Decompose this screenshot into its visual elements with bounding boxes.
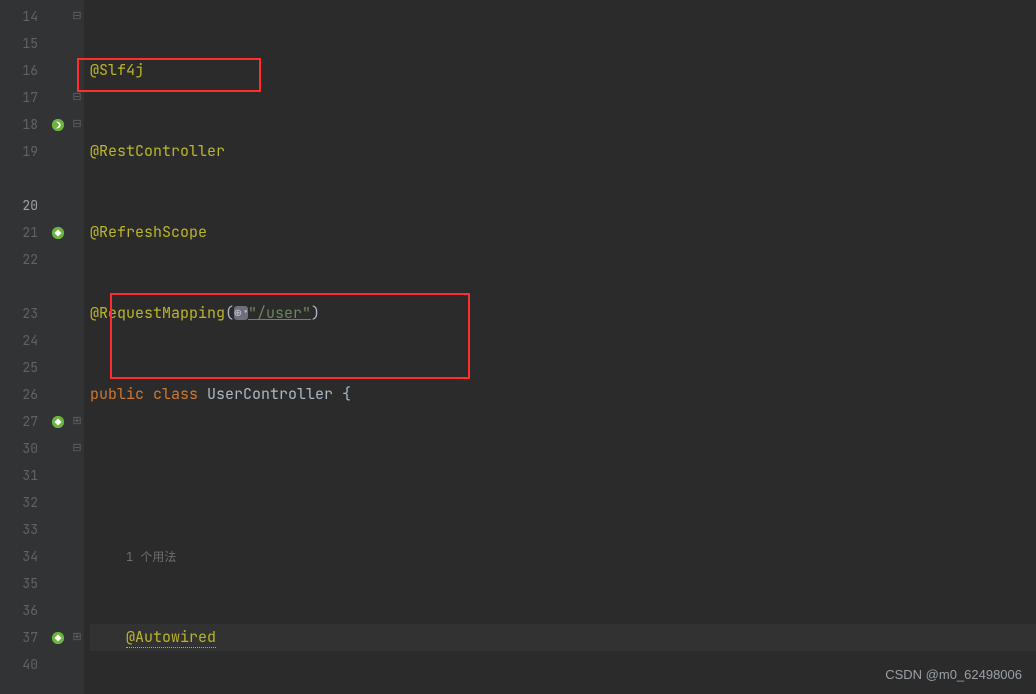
line-number[interactable]: 36 — [0, 597, 46, 624]
globe-icon[interactable]: ⊕ — [234, 306, 248, 320]
line-number[interactable]: 23 — [0, 300, 46, 327]
annotation: @Slf4j — [90, 60, 144, 80]
line-number[interactable]: 18 — [0, 111, 46, 138]
annotation: @RestController — [90, 141, 225, 161]
fold-icon[interactable]: ⊟ — [70, 111, 84, 138]
line-number[interactable]: 24 — [0, 327, 46, 354]
fold-icon[interactable]: ⊞ — [70, 408, 84, 435]
line-number[interactable]: 21 — [0, 219, 46, 246]
watermark: CSDN @m0_62498006 — [885, 661, 1022, 688]
gutter-icon-strip — [46, 0, 70, 694]
line-number[interactable]: 14 — [0, 3, 46, 30]
line-number — [0, 273, 46, 300]
line-number[interactable]: 19 — [0, 138, 46, 165]
spring-bean-icon[interactable] — [46, 624, 70, 651]
line-number[interactable]: 30 — [0, 435, 46, 462]
line-number[interactable]: 25 — [0, 354, 46, 381]
line-number[interactable]: 31 — [0, 462, 46, 489]
line-number[interactable]: 22 — [0, 246, 46, 273]
fold-gutter: ⊟ ⊟ ⊟ ⊞ ⊟ ⊞ — [70, 0, 84, 694]
line-number[interactable]: 15 — [0, 30, 46, 57]
fold-icon[interactable]: ⊟ — [70, 435, 84, 462]
code-area[interactable]: @Slf4j @RestController @RefreshScope @Re… — [84, 0, 1036, 694]
line-number[interactable]: 16 — [0, 57, 46, 84]
spring-bean-icon[interactable] — [46, 111, 70, 138]
line-number[interactable]: 37 — [0, 624, 46, 651]
request-path: "/user" — [248, 303, 311, 323]
line-number — [0, 165, 46, 192]
spring-bean-icon[interactable] — [46, 219, 70, 246]
line-number[interactable]: 20 — [0, 192, 46, 219]
fold-icon[interactable]: ⊞ — [70, 624, 84, 651]
line-number[interactable]: 33 — [0, 516, 46, 543]
spring-bean-icon[interactable] — [46, 408, 70, 435]
line-number[interactable]: 34 — [0, 543, 46, 570]
class-name: UserController — [207, 384, 342, 404]
line-number[interactable]: 32 — [0, 489, 46, 516]
line-number[interactable]: 26 — [0, 381, 46, 408]
code-editor[interactable]: 14 15 16 17 18 19 20 21 22 23 24 25 26 2… — [0, 0, 1036, 694]
line-number-gutter[interactable]: 14 15 16 17 18 19 20 21 22 23 24 25 26 2… — [0, 0, 46, 694]
keyword: public — [90, 384, 153, 404]
line-number[interactable]: 17 — [0, 84, 46, 111]
line-number[interactable]: 40 — [0, 651, 46, 678]
inlay-hint[interactable]: 1 个用法 — [126, 549, 176, 565]
fold-icon[interactable]: ⊟ — [70, 3, 84, 30]
keyword: class — [153, 384, 207, 404]
annotation: @RefreshScope — [90, 222, 207, 242]
annotation: @Autowired — [126, 627, 216, 648]
fold-icon[interactable]: ⊟ — [70, 84, 84, 111]
line-number[interactable]: 27 — [0, 408, 46, 435]
line-number[interactable]: 35 — [0, 570, 46, 597]
annotation: @RequestMapping — [90, 303, 225, 323]
